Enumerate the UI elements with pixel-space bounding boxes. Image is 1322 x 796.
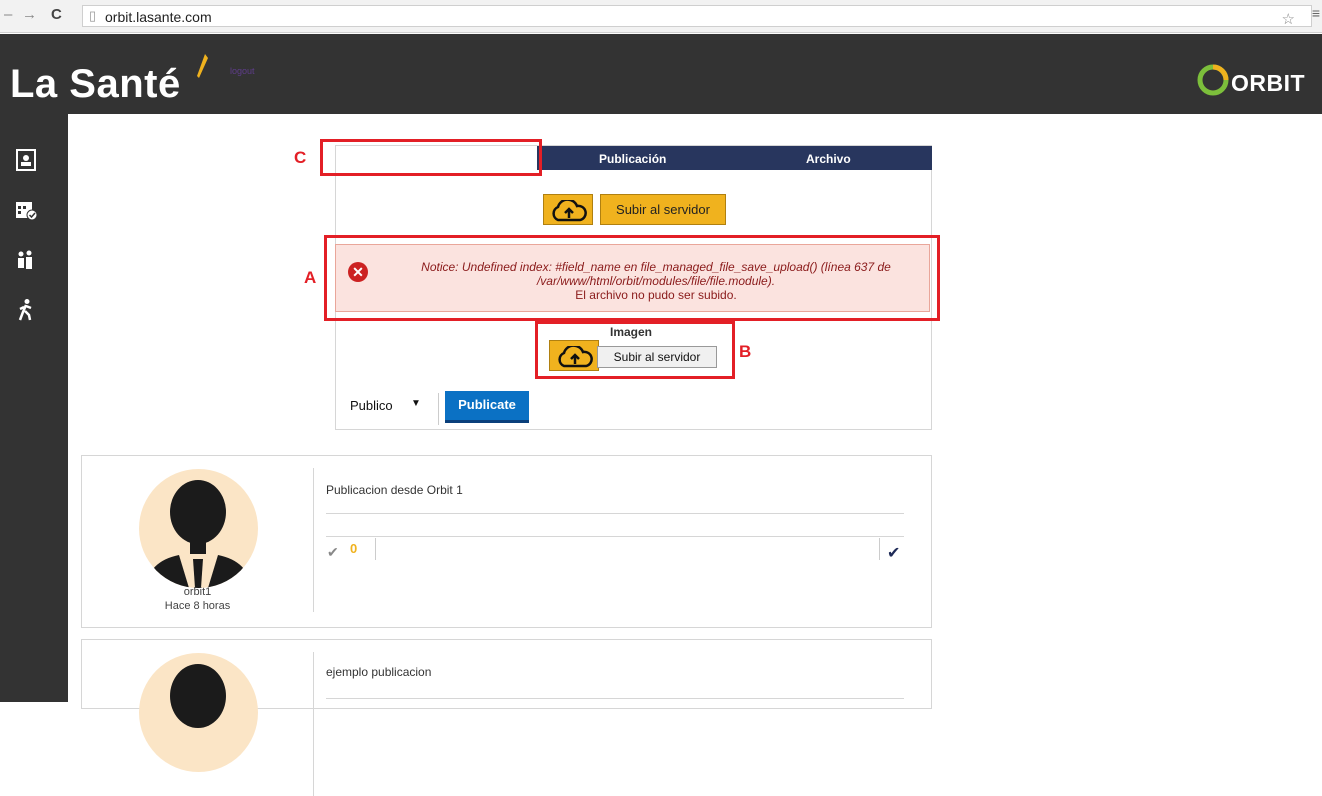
- divider: [313, 468, 314, 612]
- avatar[interactable]: [139, 469, 258, 588]
- contact-card-icon[interactable]: [14, 148, 38, 172]
- like-count: 0: [350, 541, 358, 556]
- like-check-icon[interactable]: ✔: [327, 544, 339, 561]
- logout-link[interactable]: logout: [230, 66, 255, 76]
- divider: [879, 538, 880, 560]
- calendar-check-icon[interactable]: [14, 198, 38, 222]
- divider: [326, 513, 904, 514]
- divider: [313, 652, 314, 796]
- site-header: La Santé logout ORBIT: [0, 34, 1322, 114]
- browser-toolbar: ‒ → C ▯ orbit.lasante.com ☆ ≡: [0, 0, 1322, 33]
- logo-accent-icon: [197, 54, 208, 78]
- post-username[interactable]: orbit1: [82, 586, 313, 598]
- page-icon: ▯: [89, 8, 97, 23]
- divider: [326, 536, 904, 537]
- annotation-box-a: [324, 235, 940, 321]
- address-bar[interactable]: ▯ orbit.lasante.com ☆: [82, 5, 1312, 28]
- chevron-down-icon[interactable]: ▼: [411, 398, 421, 409]
- cloud-upload-button[interactable]: [543, 194, 593, 225]
- reload-icon[interactable]: C: [51, 6, 62, 23]
- upload-to-server-button[interactable]: Subir al servidor: [600, 194, 726, 225]
- post-text: ejemplo publicacion: [326, 665, 432, 679]
- divider: [326, 698, 904, 699]
- left-sidebar: [0, 114, 68, 702]
- annotation-box-b: [535, 321, 735, 379]
- annotation-label-c: C: [294, 148, 307, 167]
- visibility-select[interactable]: Publico: [350, 398, 393, 413]
- tab-publicacion[interactable]: Publicación: [599, 152, 666, 166]
- annotation-box-c: [320, 139, 542, 176]
- orbit-logo-icon: [1197, 64, 1229, 96]
- tab-archivo[interactable]: Archivo: [806, 152, 851, 166]
- annotation-label-a: A: [304, 268, 317, 287]
- approve-check-icon[interactable]: ✔: [887, 543, 900, 563]
- publish-button[interactable]: Publicate: [445, 391, 529, 423]
- walking-person-icon[interactable]: [14, 298, 38, 322]
- forward-arrow-icon[interactable]: →: [22, 6, 37, 23]
- cloud-upload-icon: [552, 200, 587, 222]
- orbit-brand: ORBIT: [1231, 70, 1306, 96]
- divider: [375, 538, 376, 560]
- post-card: ejemplo publicacion: [81, 639, 932, 796]
- post-card: orbit1 Hace 8 horas Publicacion desde Or…: [81, 455, 932, 628]
- site-logo[interactable]: La Santé: [10, 62, 181, 107]
- divider: [438, 393, 439, 425]
- address-url: orbit.lasante.com: [105, 9, 212, 25]
- annotation-label-b: B: [739, 342, 752, 361]
- bookmark-star-icon[interactable]: ☆: [1282, 10, 1295, 28]
- back-arrow-icon[interactable]: ‒: [4, 6, 12, 23]
- user-silhouette-icon: [145, 480, 252, 588]
- browser-menu-icon[interactable]: ≡: [1312, 5, 1320, 21]
- post-text: Publicacion desde Orbit 1: [326, 483, 463, 497]
- avatar[interactable]: [139, 653, 258, 772]
- user-silhouette-icon: [170, 664, 226, 728]
- post-timestamp: Hace 8 horas: [164, 600, 231, 612]
- people-group-icon[interactable]: [14, 248, 38, 272]
